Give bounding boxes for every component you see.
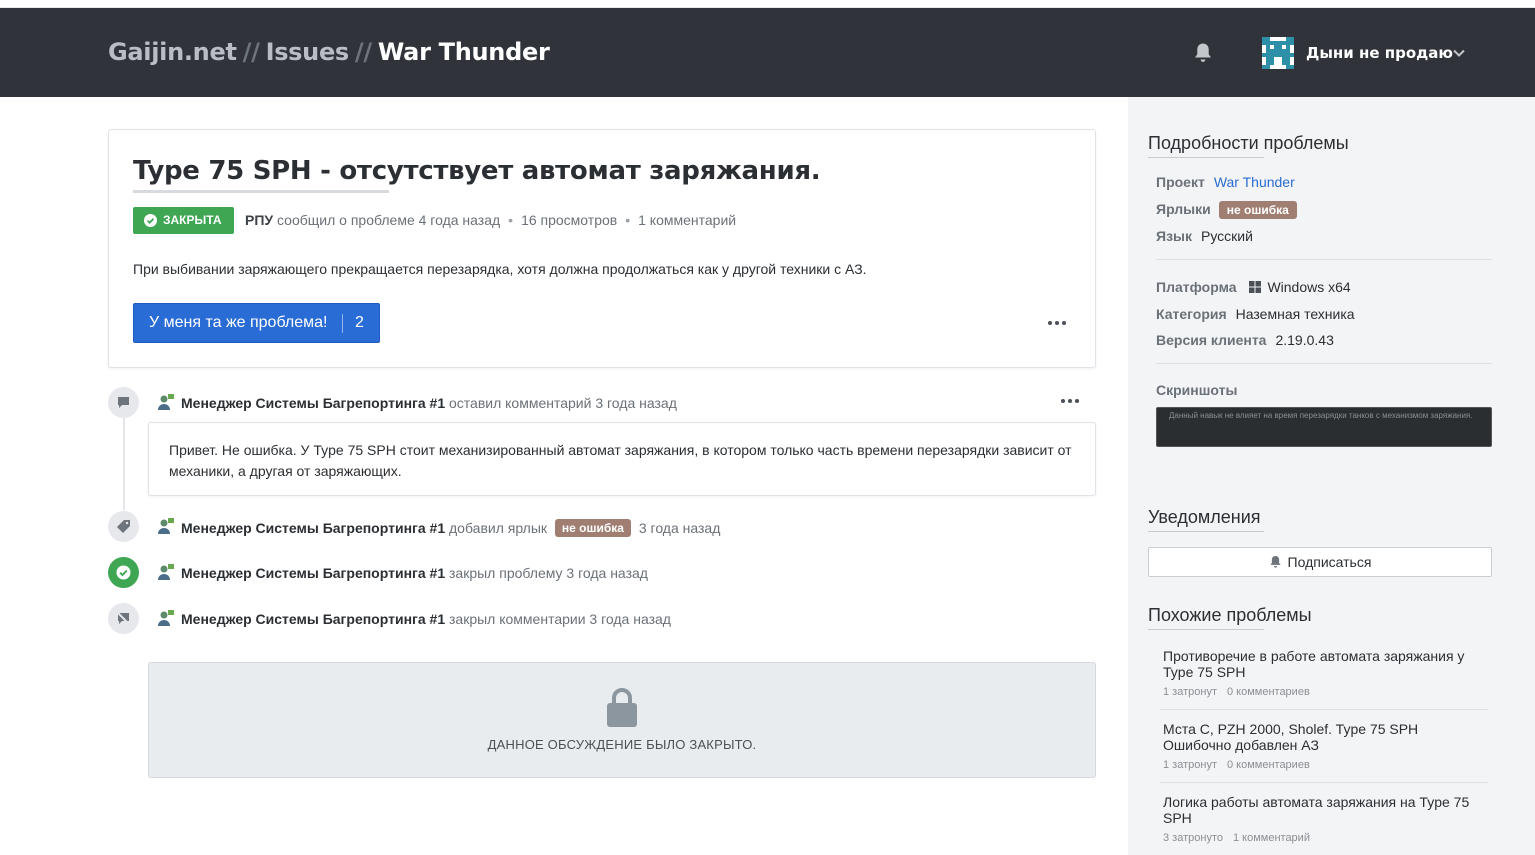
breadcrumb-separator: // [354, 38, 372, 66]
detail-screenshots: Скриншоты [1156, 382, 1238, 398]
lock-icon [607, 688, 637, 727]
close-event-author[interactable]: Менеджер Системы Багрепортинга #1 [181, 565, 445, 581]
detail-language: Язык Русский [1156, 228, 1253, 244]
similar-issue[interactable]: Логика работы автомата заряжания на Type… [1163, 794, 1488, 844]
similar-issue-title[interactable]: Мста С, PZH 2000, Sholef. Type 75 SPH Ош… [1163, 721, 1488, 753]
label-event: Менеджер Системы Багрепортинга #1 добави… [181, 519, 720, 537]
label-event-author[interactable]: Менеджер Системы Багрепортинга #1 [181, 520, 445, 536]
timeline-comment-marker [108, 387, 139, 418]
detail-platform: Платформа Windows x64 [1156, 279, 1351, 295]
detail-category: Категория Наземная техника [1156, 306, 1355, 322]
comment-event: Менеджер Системы Багрепортинга #1 остави… [181, 395, 677, 411]
issue-card: Type 75 SPH - отсутствует автомат заряжа… [108, 129, 1096, 368]
username[interactable]: Дыни не продаю [1306, 44, 1453, 62]
issue-title: Type 75 SPH - отсутствует автомат заряжа… [133, 156, 821, 186]
comment-action: оставил комментарий 3 года назад [449, 395, 677, 411]
tag-icon [117, 520, 130, 533]
timeline-line [123, 402, 125, 510]
project-link[interactable]: War Thunder [1214, 174, 1295, 190]
similar-issue-affected: 1 затронут [1163, 686, 1217, 698]
subscribe-label: Подписаться [1287, 554, 1372, 570]
similar-issue-affected: 1 затронут [1163, 759, 1217, 771]
same-problem-count: 2 [355, 314, 364, 331]
issue-meta: РПУ сообщил о проблеме 4 года назад • 16 п… [245, 212, 737, 228]
close-event: Менеджер Системы Багрепортинга #1 закрыл… [181, 565, 648, 581]
similar-issue-comments: 0 комментариев [1226, 686, 1310, 698]
label-tag[interactable]: не ошибка [554, 519, 631, 537]
detail-labels: Ярлыки не ошибка [1156, 201, 1297, 219]
label-event-time: 3 года назад [638, 520, 721, 536]
breadcrumb-issues[interactable]: Issues [266, 38, 350, 66]
comment-author[interactable]: Менеджер Системы Багрепортинга #1 [181, 395, 445, 411]
same-problem-button[interactable]: У меня та же проблема! 2 [133, 303, 380, 343]
breadcrumb-site[interactable]: Gaijin.net [108, 38, 237, 66]
locked-text: ДАННОЕ ОБСУЖДЕНИЕ БЫЛО ЗАКРЫТО. [487, 737, 757, 752]
manager-avatar [158, 610, 174, 626]
breadcrumb-project[interactable]: War Thunder [378, 38, 550, 66]
status-badge-label: ЗАКРЫТА [163, 213, 222, 227]
divider [1156, 259, 1492, 260]
comment-icon [118, 397, 129, 408]
issue-views: 16 просмотров [521, 212, 618, 228]
label-event-action: добавил ярлык [449, 520, 547, 536]
lock-event-action: закрыл комментарии 3 года назад [449, 611, 671, 627]
screenshot-caption: Данный навык не влияет на время перезаря… [1169, 411, 1473, 420]
label-tag[interactable]: не ошибка [1218, 201, 1297, 219]
same-problem-label: У меня та же проблема! [149, 314, 328, 331]
notifications-title: Уведомления [1148, 507, 1264, 532]
comment-body: Привет. Не ошибка. У Type 75 SPH стоит м… [148, 422, 1096, 496]
browser-top-strip [0, 0, 1535, 8]
manager-avatar [158, 518, 174, 534]
divider [1160, 709, 1488, 710]
windows-icon [1249, 281, 1262, 293]
close-event-action: закрыл проблему 3 года назад [449, 565, 648, 581]
issue-description: При выбивании заряжающего прекращается п… [133, 261, 867, 277]
comment-off-icon [116, 611, 131, 626]
similar-title: Похожие проблемы [1148, 605, 1312, 630]
details-title: Подробности проблемы [1148, 133, 1349, 158]
divider [1160, 782, 1488, 783]
similar-issue[interactable]: Противоречие в работе автомата заряжания… [1163, 648, 1488, 698]
user-avatar[interactable] [1262, 37, 1294, 69]
detail-version: Версия клиента 2.19.0.43 [1156, 332, 1334, 348]
subscribe-button[interactable]: Подписаться [1148, 547, 1492, 577]
timeline-label-marker [108, 511, 139, 542]
lock-event: Менеджер Системы Багрепортинга #1 закрыл… [181, 611, 671, 627]
bell-icon[interactable] [1193, 42, 1213, 64]
chevron-down-icon[interactable] [1452, 48, 1466, 58]
divider [1156, 363, 1492, 364]
locked-discussion-notice: ДАННОЕ ОБСУЖДЕНИЕ БЫЛО ЗАКРЫТО. [148, 662, 1096, 778]
issue-comments-count: 1 комментарий [638, 212, 737, 228]
similar-issue-title[interactable]: Логика работы автомата заряжания на Type… [1163, 794, 1488, 826]
similar-issue-comments: 0 комментариев [1226, 759, 1310, 771]
check-circle-icon [116, 565, 131, 580]
similar-issue[interactable]: Мста С, PZH 2000, Sholef. Type 75 SPH Ош… [1163, 721, 1488, 771]
lock-event-author[interactable]: Менеджер Системы Багрепортинга #1 [181, 611, 445, 627]
timeline-closed-marker [108, 557, 139, 588]
breadcrumb-separator: // [242, 38, 260, 66]
similar-issue-title[interactable]: Противоречие в работе автомата заряжания… [1163, 648, 1488, 680]
status-badge: ЗАКРЫТА [133, 207, 234, 234]
comment-more-icon[interactable] [1060, 398, 1080, 404]
top-header: Gaijin.net//Issues//War Thunder Дыни не … [0, 8, 1535, 97]
screenshot-thumbnail[interactable]: Данный навык не влияет на время перезаря… [1156, 407, 1492, 447]
check-circle-icon [144, 214, 157, 227]
issue-author[interactable]: РПУ [245, 212, 273, 228]
timeline-lock-marker [108, 603, 139, 634]
bell-icon [1269, 555, 1281, 568]
issue-reported: сообщил о проблеме 4 года назад [277, 212, 501, 228]
detail-project: Проект War Thunder [1156, 174, 1295, 190]
manager-avatar [158, 564, 174, 580]
similar-issue-affected: 3 затронуто [1163, 832, 1223, 844]
title-underline [133, 190, 389, 193]
breadcrumb: Gaijin.net//Issues//War Thunder [108, 38, 550, 66]
manager-avatar [158, 394, 174, 410]
similar-issue-comments: 1 комментарий [1232, 832, 1310, 844]
more-options-icon[interactable] [1047, 320, 1067, 326]
